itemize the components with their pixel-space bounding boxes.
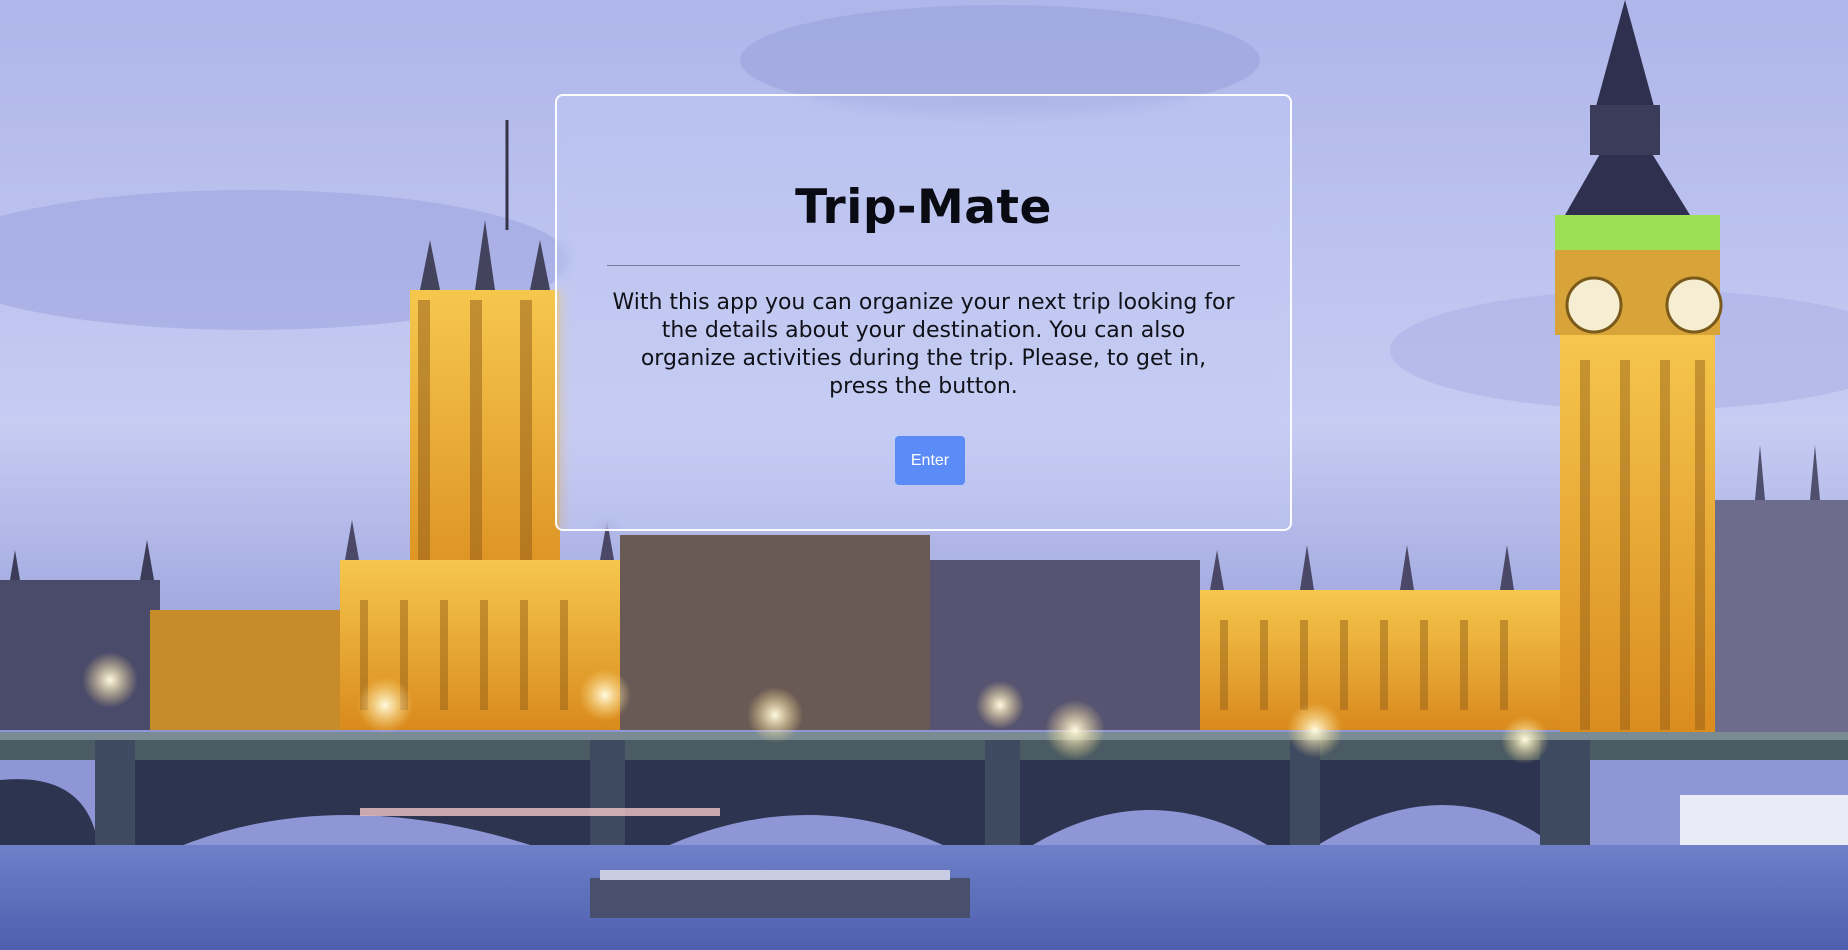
welcome-card: Trip-Mate With this app you can organize… [555, 94, 1292, 531]
title-divider [607, 265, 1240, 266]
app-description: With this app you can organize your next… [612, 290, 1235, 399]
page-title: Trip-Mate [795, 180, 1052, 235]
enter-button[interactable]: Enter [895, 436, 965, 485]
